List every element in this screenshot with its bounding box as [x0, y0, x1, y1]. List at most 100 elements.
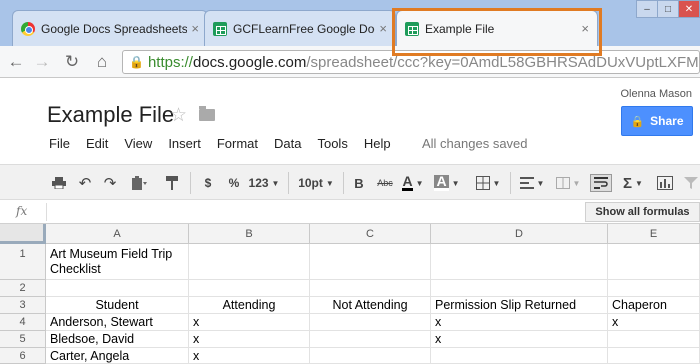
cell-c4[interactable] [310, 314, 431, 331]
undo-icon[interactable]: ↶ [76, 174, 94, 192]
menu-data[interactable]: Data [274, 136, 301, 152]
show-all-formulas-button[interactable]: Show all formulas [585, 202, 700, 222]
cell-a4[interactable]: Anderson, Stewart [46, 314, 189, 331]
close-icon[interactable]: × [191, 21, 199, 36]
menu-view[interactable]: View [124, 136, 152, 152]
fill-color-icon: A [434, 173, 449, 191]
cell-e4[interactable]: x [608, 314, 700, 331]
menu-file[interactable]: File [49, 136, 70, 152]
bold-button[interactable]: B [351, 174, 367, 192]
cell-c2[interactable] [310, 280, 431, 297]
url-host: docs.google.com [192, 53, 307, 71]
cell-a2[interactable] [46, 280, 189, 297]
menu-help[interactable]: Help [364, 136, 391, 152]
cell-e5[interactable] [608, 331, 700, 348]
row-header[interactable]: 6 [0, 348, 46, 364]
chrome-icon [21, 21, 35, 36]
column-header-b[interactable]: B [189, 224, 310, 244]
row-header[interactable]: 1 [0, 244, 46, 280]
row-header[interactable]: 5 [0, 331, 46, 348]
chevron-down-icon: ▼ [572, 178, 581, 188]
share-button[interactable]: 🔒 Share [621, 106, 693, 136]
currency-format-button[interactable]: $ [200, 174, 216, 192]
window-minimize-button[interactable]: – [636, 0, 658, 18]
cell-d3[interactable]: Permission Slip Returned [431, 297, 608, 314]
cell-d2[interactable] [431, 280, 608, 297]
redo-icon[interactable]: ↷ [101, 174, 119, 192]
toolbar: ↶ ↷ $ % 123 ▼ 10pt ▼ B Abc A ▼ A ▼ ▼ ▼ ▼ [0, 164, 700, 200]
paste-format-icon[interactable] [126, 174, 152, 192]
cell-c6[interactable] [310, 348, 431, 364]
fill-color-button[interactable]: A ▼ [434, 174, 460, 192]
cell-e6[interactable] [608, 348, 700, 364]
cell-a5[interactable]: Bledsoe, David [46, 331, 189, 348]
row-header[interactable]: 4 [0, 314, 46, 331]
cell-e2[interactable] [608, 280, 700, 297]
home-button[interactable]: ⌂ [90, 50, 114, 74]
percent-format-button[interactable]: % [226, 174, 242, 192]
formula-divider [46, 203, 47, 221]
toolbar-divider [510, 172, 511, 194]
browser-tab-gcflearnfree[interactable]: GCFLearnFree Google Docs × [204, 10, 396, 46]
menu-format[interactable]: Format [217, 136, 258, 152]
column-header-a[interactable]: A [46, 224, 189, 244]
sum-icon: Σ [623, 174, 633, 192]
fx-icon: fx [16, 204, 28, 218]
print-icon[interactable] [50, 174, 68, 192]
align-button[interactable]: ▼ [518, 174, 546, 192]
strikethrough-button[interactable]: Abc [374, 174, 396, 192]
cell-a1[interactable]: Art Museum Field Trip Checklist [46, 244, 189, 280]
forward-button[interactable]: → [30, 50, 54, 74]
reload-button[interactable]: ↻ [60, 50, 84, 74]
cell-d6[interactable] [431, 348, 608, 364]
cell-d1[interactable] [431, 244, 608, 280]
share-label: Share [650, 114, 684, 128]
filter-icon[interactable] [682, 174, 700, 192]
formula-input[interactable] [50, 203, 580, 221]
window-maximize-button[interactable]: □ [657, 0, 679, 18]
close-icon[interactable]: × [379, 21, 387, 36]
back-button[interactable]: ← [4, 50, 28, 74]
paint-format-icon[interactable] [163, 174, 181, 192]
cell-c1[interactable] [310, 244, 431, 280]
cell-c3[interactable]: Not Attending [310, 297, 431, 314]
insert-chart-icon[interactable] [654, 174, 676, 192]
cell-d5[interactable]: x [431, 331, 608, 348]
cell-d4[interactable]: x [431, 314, 608, 331]
document-title[interactable]: Example File [47, 102, 174, 128]
cell-a3[interactable]: Student [46, 297, 189, 314]
row-header[interactable]: 3 [0, 297, 46, 314]
sheets-icon [213, 21, 227, 36]
functions-button[interactable]: Σ ▼ [620, 174, 646, 192]
menu-edit[interactable]: Edit [86, 136, 108, 152]
cell-b5[interactable]: x [189, 331, 310, 348]
column-header-e[interactable]: E [608, 224, 700, 244]
number-format-dropdown[interactable]: 123 ▼ [248, 174, 280, 192]
text-color-button[interactable]: A ▼ [400, 174, 426, 192]
window-close-button[interactable]: ✕ [678, 0, 700, 18]
browser-tab-google-docs-spreadsheets[interactable]: Google Docs Spreadsheets: × [12, 10, 208, 46]
column-header-d[interactable]: D [431, 224, 608, 244]
cell-e1[interactable] [608, 244, 700, 280]
menu-tools[interactable]: Tools [317, 136, 347, 152]
folder-icon[interactable] [199, 106, 215, 121]
row-header[interactable]: 2 [0, 280, 46, 297]
cell-b3[interactable]: Attending [189, 297, 310, 314]
star-icon[interactable]: ☆ [170, 104, 187, 127]
font-size-dropdown[interactable]: 10pt ▼ [296, 174, 336, 192]
cell-a6[interactable]: Carter, Angela [46, 348, 189, 364]
cell-e3[interactable]: Chaperon [608, 297, 700, 314]
wrap-text-button[interactable] [590, 174, 612, 192]
toolbar-divider [190, 172, 191, 194]
cell-b6[interactable]: x [189, 348, 310, 364]
user-name[interactable]: Olenna Mason [620, 88, 692, 100]
cell-b4[interactable]: x [189, 314, 310, 331]
menu-insert[interactable]: Insert [168, 136, 201, 152]
cell-b2[interactable] [189, 280, 310, 297]
cell-b1[interactable] [189, 244, 310, 280]
borders-button[interactable]: ▼ [474, 174, 502, 192]
merge-cells-button[interactable]: ▼ [554, 174, 582, 192]
column-header-c[interactable]: C [310, 224, 431, 244]
select-all-corner[interactable] [0, 224, 46, 244]
cell-c5[interactable] [310, 331, 431, 348]
